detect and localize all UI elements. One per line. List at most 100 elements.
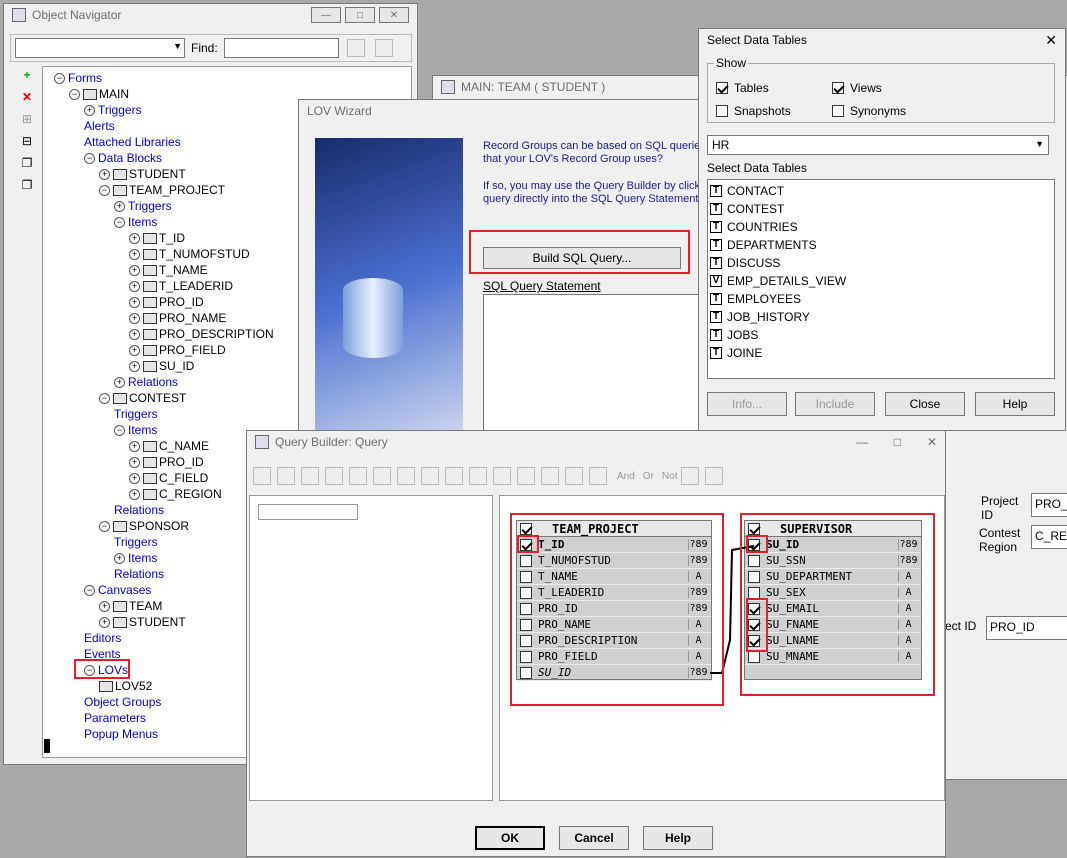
close-button[interactable]: ✕ <box>379 7 409 23</box>
expander-icon[interactable]: − <box>69 88 80 100</box>
maximize-button[interactable]: □ <box>345 7 375 23</box>
delete-condition-icon[interactable] <box>705 467 724 485</box>
expander-icon[interactable]: + <box>129 456 140 468</box>
conditions-pane[interactable] <box>249 495 493 801</box>
collapse-all-icon[interactable]: ❐ <box>14 178 40 200</box>
and-label[interactable]: And <box>617 471 635 482</box>
tree-node[interactable]: + Items <box>114 550 157 566</box>
tree-node[interactable]: + T_ID <box>129 230 185 246</box>
tree-node[interactable]: LOV52 <box>99 678 152 694</box>
tree-node[interactable]: + TEAM <box>99 598 162 614</box>
views-checkbox[interactable]: Views <box>832 81 882 95</box>
tree-node[interactable]: − Items <box>114 422 157 438</box>
tree-node[interactable]: + C_REGION <box>129 486 222 502</box>
check-icon[interactable] <box>681 467 700 485</box>
tree-node[interactable]: Popup Menus <box>84 726 158 742</box>
schema-select[interactable]: HR ▼ <box>707 135 1049 155</box>
delete-icon[interactable]: ✕ <box>14 90 40 112</box>
main-team-field-3[interactable]: PRO_ID <box>986 616 1067 640</box>
expander-icon[interactable]: − <box>84 584 95 596</box>
tree-node[interactable]: Relations <box>114 502 164 518</box>
tree-node[interactable]: + STUDENT <box>99 614 186 630</box>
tree-node[interactable]: Alerts <box>84 118 115 134</box>
expander-icon[interactable]: + <box>129 344 140 356</box>
close-button-dialog[interactable]: Close <box>885 392 965 416</box>
expander-icon[interactable]: − <box>99 392 110 404</box>
or-label[interactable]: Or <box>643 471 654 482</box>
ok-button[interactable]: OK <box>475 826 545 850</box>
expander-icon[interactable]: + <box>129 312 140 324</box>
data-table-item[interactable]: T JOB_HISTORY <box>708 308 1054 326</box>
tree-node[interactable]: + PRO_ID <box>129 454 204 470</box>
expander-icon[interactable]: + <box>129 264 140 276</box>
data-table-item[interactable]: T COUNTRIES <box>708 218 1054 236</box>
expander-icon[interactable]: + <box>129 488 140 500</box>
close-icon[interactable]: ✕ <box>1045 32 1057 49</box>
expander-icon[interactable]: + <box>99 168 110 180</box>
tree-node[interactable]: Triggers <box>114 406 158 422</box>
help-button-dialog[interactable]: Help <box>975 392 1055 416</box>
tree-node[interactable]: − Data Blocks <box>84 150 162 166</box>
condition-input[interactable] <box>258 504 358 520</box>
tree-node[interactable]: Triggers <box>114 534 158 550</box>
expander-icon[interactable]: + <box>129 248 140 260</box>
find-next-icon[interactable] <box>374 39 393 57</box>
data-table-item[interactable]: T DISCUSS <box>708 254 1054 272</box>
main-team-field-2[interactable]: C_REG <box>1031 525 1067 549</box>
sort-icon[interactable] <box>589 467 607 485</box>
tree-node[interactable]: + Triggers <box>84 102 142 118</box>
expand-icon[interactable]: ⊞ <box>14 112 40 134</box>
tree-node[interactable]: − MAIN <box>69 86 129 102</box>
cut-icon[interactable] <box>277 467 295 485</box>
expander-icon[interactable]: + <box>129 280 140 292</box>
find-prev-icon[interactable] <box>346 39 365 57</box>
tree-node[interactable]: − CONTEST <box>99 390 186 406</box>
tree-node[interactable]: + SU_ID <box>129 358 194 374</box>
data-table-item[interactable]: T CONTEST <box>708 200 1054 218</box>
tree-node[interactable]: Object Groups <box>84 694 161 710</box>
save-icon[interactable] <box>253 467 271 485</box>
expander-icon[interactable]: − <box>99 520 110 532</box>
synonyms-checkbox[interactable]: Synonyms <box>832 104 906 118</box>
grid-icon[interactable] <box>373 467 391 485</box>
expander-icon[interactable]: + <box>129 328 140 340</box>
expander-icon[interactable]: + <box>129 472 140 484</box>
define-column-icon[interactable] <box>445 467 463 485</box>
data-table-item[interactable]: T CONTACT <box>708 182 1054 200</box>
navigator-dropdown[interactable]: ▼ <box>15 38 185 58</box>
info-button[interactable]: Info... <box>707 392 787 416</box>
tree-node[interactable]: + PRO_ID <box>129 294 204 310</box>
tree-node[interactable]: + T_NAME <box>129 262 208 278</box>
expander-icon[interactable]: + <box>99 616 110 628</box>
snapshots-checkbox[interactable]: Snapshots <box>716 104 791 118</box>
data-table-item[interactable]: T DEPARTMENTS <box>708 236 1054 254</box>
maximize-icon[interactable]: □ <box>894 435 901 449</box>
data-table-item[interactable]: V EMP_DETAILS_VIEW <box>708 272 1054 290</box>
help-button[interactable]: Help <box>643 826 713 850</box>
tree-node[interactable]: + Relations <box>114 374 178 390</box>
expander-icon[interactable]: − <box>114 216 125 228</box>
collapse-icon[interactable]: ⊟ <box>14 134 40 156</box>
sql-statement-textarea[interactable] <box>483 294 719 434</box>
expander-icon[interactable]: − <box>84 152 95 164</box>
expander-icon[interactable]: + <box>114 200 125 212</box>
cancel-button[interactable]: Cancel <box>559 826 629 850</box>
not-label[interactable]: Not <box>662 471 678 482</box>
run-icon[interactable] <box>541 467 559 485</box>
expander-icon[interactable]: + <box>129 440 140 452</box>
create-icon[interactable]: + <box>14 68 40 90</box>
minimize-icon[interactable]: — <box>856 435 868 449</box>
tree-node[interactable]: + C_NAME <box>129 438 209 454</box>
tree-node[interactable]: + T_NUMOFSTUD <box>129 246 250 262</box>
data-table-item[interactable]: T EMPLOYEES <box>708 290 1054 308</box>
show-columns-icon[interactable] <box>469 467 487 485</box>
expander-icon[interactable]: + <box>129 360 140 372</box>
expander-icon[interactable]: + <box>129 232 140 244</box>
tree-node[interactable]: + PRO_NAME <box>129 310 226 326</box>
main-team-field-1[interactable]: PRO_ID <box>1031 493 1067 517</box>
expander-icon[interactable]: + <box>129 296 140 308</box>
data-table-item[interactable]: T JOBS <box>708 326 1054 344</box>
tree-node[interactable]: − Forms <box>54 70 102 86</box>
tree-node[interactable]: + STUDENT <box>99 166 186 182</box>
paste-icon[interactable] <box>325 467 343 485</box>
